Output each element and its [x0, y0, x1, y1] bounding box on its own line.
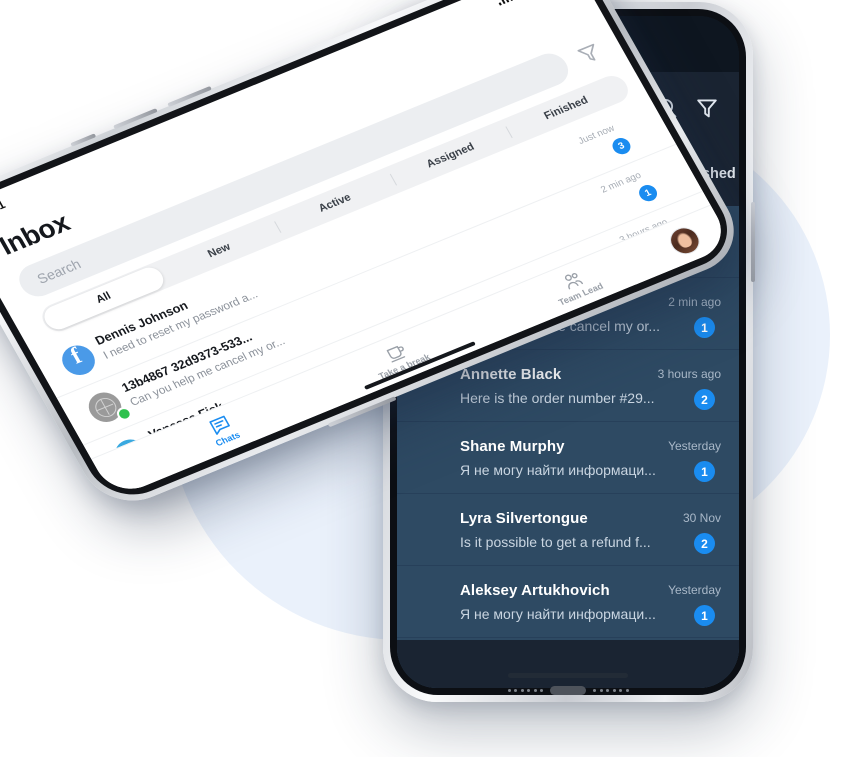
bottom-ports	[383, 677, 753, 703]
search-placeholder: Search	[34, 255, 84, 287]
filter-icon[interactable]	[574, 40, 605, 68]
status-bar-indicators	[494, 0, 555, 6]
scene: Inbox All New Act	[0, 0, 852, 757]
lightning-port	[550, 685, 586, 695]
facebook-channel-icon	[56, 340, 101, 380]
unread-badge: 2	[694, 533, 715, 554]
unread-badge: 3	[609, 135, 634, 157]
contact-name: Aleksey Artukhovich	[460, 582, 610, 599]
timestamp: 30 Nov	[682, 511, 721, 525]
user-avatar[interactable]	[664, 222, 705, 258]
timestamp: Yesterday	[668, 583, 721, 597]
filter-icon[interactable]	[695, 96, 719, 120]
white-phone-screen: 9:41 Inbox Search All New Active Assigne…	[0, 0, 733, 499]
status-bar-time: 9:41	[0, 197, 8, 219]
timestamp: Just now	[576, 123, 617, 147]
cellular-signal-icon	[495, 0, 514, 6]
speaker-grill-left	[507, 688, 543, 692]
unread-badge: 1	[635, 182, 661, 204]
timestamp: 2 min ago	[598, 170, 644, 196]
timestamp: 30 Nov	[689, 310, 711, 333]
message-preview: Я не могу найти информаци...	[460, 606, 656, 622]
timestamp: Yesterday	[705, 357, 711, 384]
unread-badge: 1	[689, 276, 711, 298]
speaker-grill-right	[593, 688, 629, 692]
unread-badge: 1	[694, 605, 715, 626]
